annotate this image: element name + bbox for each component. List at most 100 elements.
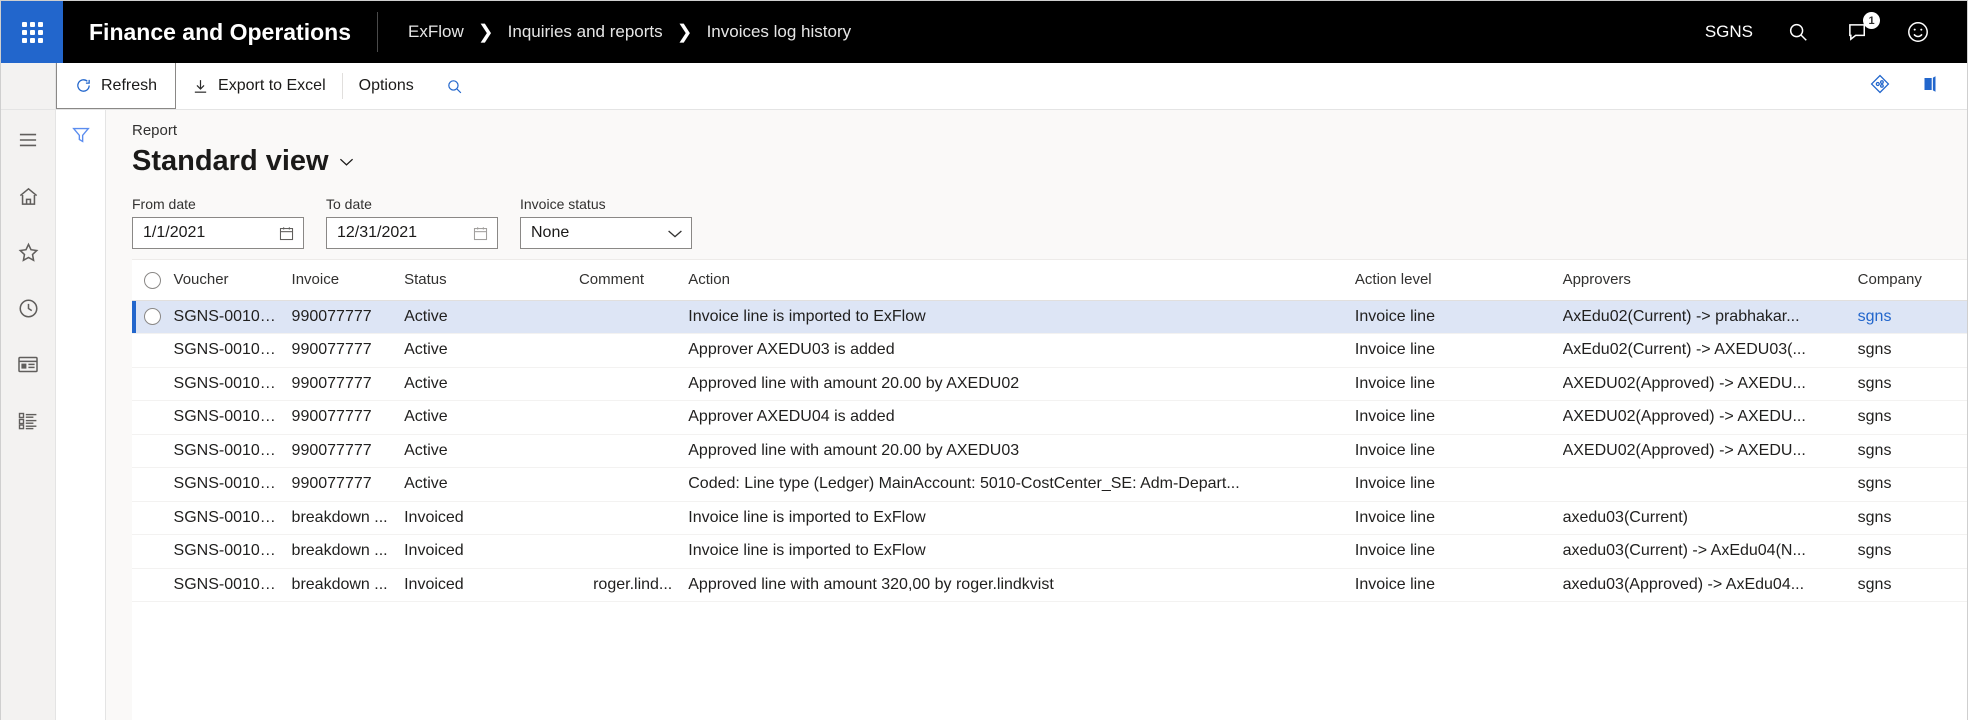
company-indicator[interactable]: SGNS <box>1705 22 1753 42</box>
table-row[interactable]: SGNS-001073 990077777 Active Approved line … <box>132 434 1967 468</box>
cell-status: Active <box>404 434 579 468</box>
office-panel-icon[interactable] <box>1919 73 1941 100</box>
cell-action-level-text: Invoice line <box>1354 341 1435 359</box>
cell-approvers: AxEdu02(Current) -> prabhakar... <box>1562 300 1858 334</box>
row-select-cell[interactable] <box>132 568 174 602</box>
column-header-action[interactable]: Action <box>688 260 1355 301</box>
table-row[interactable]: SGNS-001073 990077777 Active Approver AXEDU… <box>132 400 1967 435</box>
cell-action-level-text: Invoice line <box>1354 475 1435 493</box>
main-content: Report Standard view From date 1/1/2021 <box>106 110 1967 720</box>
cell-status: Active <box>404 367 579 401</box>
table-row[interactable]: SGNS-001044 breakdown ... Invoiced roger.li… <box>132 568 1967 602</box>
page-title[interactable]: Standard view <box>132 145 1967 178</box>
row-select-cell[interactable] <box>132 300 174 334</box>
column-header-status[interactable]: Status <box>404 260 579 301</box>
smiley-feedback-icon[interactable] <box>1903 17 1933 47</box>
cell-approvers: AXEDU02(Approved) -> AXEDU... <box>1562 367 1858 401</box>
from-date-input[interactable]: 1/1/2021 <box>132 217 304 249</box>
column-header-comment[interactable]: Comment <box>578 260 689 301</box>
row-select-radio-icon[interactable] <box>144 308 161 326</box>
app-launcher-button[interactable] <box>1 1 63 63</box>
row-select-cell[interactable] <box>132 467 174 502</box>
star-favorites-icon[interactable] <box>10 236 46 268</box>
export-to-excel-button[interactable]: Export to Excel <box>176 63 342 109</box>
cell-action-text: Approved line with amount 20.00 by AXEDU… <box>688 441 1020 459</box>
cell-invoice-text: 990077777 <box>291 307 372 325</box>
calendar-icon[interactable] <box>278 225 295 242</box>
table-row[interactable]: SGNS-001073 990077777 Active Invoice line i… <box>132 300 1967 334</box>
invoice-status-field: Invoice status None <box>520 196 692 249</box>
select-all-cell[interactable] <box>132 260 174 301</box>
filter-funnel-icon[interactable] <box>70 124 92 720</box>
options-button[interactable]: Options <box>343 63 430 109</box>
table-row[interactable]: SGNS-001073 990077777 Active Approver AXEDU… <box>132 333 1967 368</box>
breadcrumb-item-invoices-log-history[interactable]: Invoices log history <box>707 22 852 42</box>
column-header-company[interactable]: Company <box>1857 260 1967 301</box>
chevron-down-icon[interactable] <box>339 152 354 172</box>
invoice-status-label: Invoice status <box>520 196 606 212</box>
column-header-invoice[interactable]: Invoice <box>291 260 405 301</box>
cell-invoice: 990077777 <box>291 434 405 468</box>
row-select-cell[interactable] <box>132 333 174 368</box>
clock-recent-icon[interactable] <box>10 292 46 324</box>
table-row[interactable]: SGNS-001073 990077777 Active Coded: Line ty… <box>132 467 1967 502</box>
waffle-icon <box>21 21 43 43</box>
invoice-status-select[interactable]: None <box>520 217 692 249</box>
column-header-approvers[interactable]: Approvers <box>1562 260 1858 301</box>
cell-approvers: axedu03(Current) -> AxEdu04(N... <box>1562 534 1858 569</box>
notification-badge: 1 <box>1863 12 1880 29</box>
grid-header-row: Voucher Invoice Status Comment Action Ac… <box>132 260 1967 301</box>
home-icon[interactable] <box>10 180 46 212</box>
row-select-cell[interactable] <box>132 400 174 435</box>
row-select-cell[interactable] <box>132 501 174 535</box>
cell-company[interactable]: sgns <box>1857 300 1967 334</box>
table-row[interactable]: SGNS-001044 breakdown ... Invoiced Invoice … <box>132 501 1967 535</box>
command-bar-right-icons <box>1869 63 1941 109</box>
grid-body: SGNS-001073 990077777 Active Invoice line i… <box>132 300 1967 602</box>
refresh-button[interactable]: Refresh <box>56 63 177 109</box>
row-select-cell[interactable] <box>132 367 174 401</box>
cell-company: sgns <box>1857 367 1967 401</box>
breadcrumb-item-exflow[interactable]: ExFlow <box>408 22 464 42</box>
to-date-input[interactable]: 12/31/2021 <box>326 217 498 249</box>
cell-status-text: Active <box>404 408 448 426</box>
app-title[interactable]: Finance and Operations <box>63 19 377 46</box>
command-search-button[interactable] <box>430 63 479 109</box>
hamburger-menu-icon[interactable] <box>10 124 46 156</box>
notification-icon[interactable]: 1 <box>1843 12 1880 47</box>
cell-company: sgns <box>1857 400 1967 435</box>
cell-invoice-text: 990077777 <box>291 374 372 392</box>
row-select-cell[interactable] <box>132 534 174 569</box>
cell-action: Invoice line is imported to ExFlow <box>688 501 1355 535</box>
attachments-diamond-icon[interactable] <box>1869 73 1891 100</box>
select-all-radio-icon[interactable] <box>144 271 161 289</box>
cell-comment-text: roger.lind... <box>593 575 673 593</box>
calendar-icon[interactable] <box>472 225 489 242</box>
cell-status: Active <box>404 400 579 435</box>
cell-status-text: Active <box>404 374 448 392</box>
cell-comment <box>578 400 689 435</box>
cell-status-text: Invoiced <box>404 575 464 593</box>
cell-action-level: Invoice line <box>1354 400 1563 435</box>
cell-status: Active <box>404 467 579 502</box>
modules-list-icon[interactable] <box>10 404 46 436</box>
command-bar-gutter <box>1 63 56 109</box>
invoices-log-grid[interactable]: Voucher Invoice Status Comment Action Ac… <box>132 259 1967 720</box>
row-select-cell[interactable] <box>132 434 174 468</box>
breadcrumb-item-inquiries-and-reports[interactable]: Inquiries and reports <box>508 22 663 42</box>
cell-approvers-text: AXEDU02(Approved) -> AXEDU... <box>1562 374 1806 392</box>
column-header-action-level[interactable]: Action level <box>1354 260 1563 301</box>
workspace-icon[interactable] <box>10 348 46 380</box>
table-row[interactable]: SGNS-001044 breakdown ... Invoiced Invoice … <box>132 534 1967 569</box>
column-header-voucher[interactable]: Voucher <box>173 260 292 301</box>
command-bar: Refresh Export to Excel Options <box>1 63 1967 110</box>
cell-voucher-text: SGNS-001073 <box>173 341 278 359</box>
top-navigation-bar: Finance and Operations ExFlow ❯ Inquirie… <box>1 1 1967 63</box>
search-icon[interactable] <box>1783 17 1813 47</box>
refresh-icon <box>75 77 92 94</box>
cell-voucher: SGNS-001073 <box>173 300 292 334</box>
filter-fields: From date 1/1/2021 To date 12/31/2021 In… <box>106 178 1967 259</box>
cell-company-text: sgns <box>1857 341 1892 359</box>
chevron-down-icon[interactable] <box>667 228 683 239</box>
table-row[interactable]: SGNS-001073 990077777 Active Approved line … <box>132 367 1967 401</box>
